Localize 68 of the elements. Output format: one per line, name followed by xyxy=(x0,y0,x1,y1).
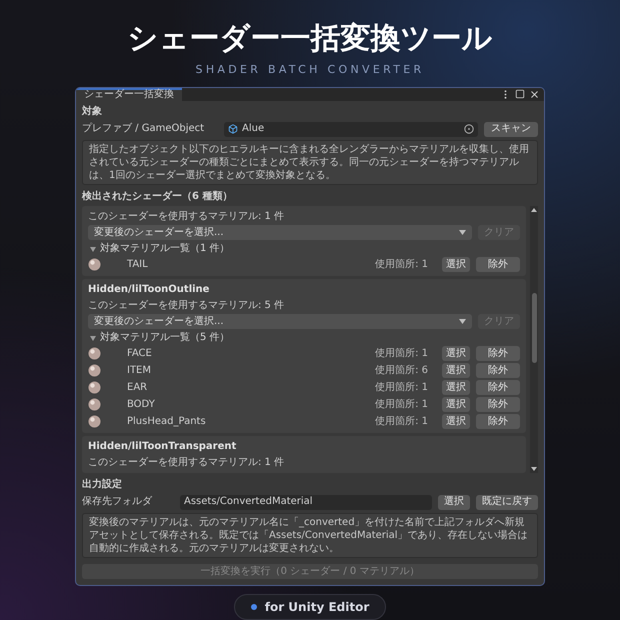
field-label: 保存先フォルダ xyxy=(82,497,154,508)
section-heading: 対象 xyxy=(82,105,103,118)
badge-label: for Unity Editor xyxy=(264,601,370,614)
scroll-down-icon[interactable] xyxy=(531,467,537,472)
scrollbar[interactable] xyxy=(530,206,538,474)
usage-count-text: 使用箇所: 6 xyxy=(375,366,428,376)
select-button[interactable]: 選択 xyxy=(442,414,470,430)
exclude-button[interactable]: 除外 xyxy=(476,257,520,272)
close-icon[interactable] xyxy=(529,88,540,100)
material-thumbnail-icon xyxy=(88,364,101,378)
page-title: シェーダー一括変換ツール xyxy=(128,20,492,58)
material-thumbnail-icon xyxy=(88,398,101,412)
usage-count-text: 使用箇所: 1 xyxy=(375,400,428,410)
scroll-up-icon[interactable] xyxy=(531,208,537,212)
material-name: TAIL xyxy=(127,260,149,270)
material-name: ITEM xyxy=(127,366,152,376)
shader-name: Hidden/lilToonTransparent xyxy=(88,440,238,454)
maximize-icon[interactable] xyxy=(515,89,525,100)
field-label: プレファブ / GameObject xyxy=(82,124,206,134)
usage-count-text: 使用箇所: 1 xyxy=(375,382,428,393)
material-name: PlusHead_Pants xyxy=(127,416,207,427)
folder-path-field[interactable]: Assets/ConvertedMaterial xyxy=(180,494,432,510)
usage-count-text: 使用箇所: 1 xyxy=(375,260,428,270)
dropdown-caret-icon xyxy=(459,319,466,324)
expanded-triangle-icon xyxy=(90,246,96,252)
material-name: BODY xyxy=(127,400,156,410)
shader-name: Hidden/lilToonOutline xyxy=(88,283,210,298)
help-text: 指定したオブジェクト以下のヒエラルキーに含まれる全レンダラーからマテリアルを収集し、使用されている元シェーダーの種類ごとにまとめて表示する。同一の元シェーダーを持つマテリアルは、1回のシェーダー選択でまとめて変換対象となる。 xyxy=(82,140,538,186)
material-thumbnail-icon xyxy=(88,381,101,394)
usage-count-text: 使用箇所: 1 xyxy=(375,348,428,359)
material-name: EAR xyxy=(127,382,148,393)
help-text: 変換後のマテリアルは、元のマテリアル名に「_converted」を付けた名前で上記フォルダへ新規アセットとして保存される。既定では「Assets/ConvertedMaterial」であり、存在しない場合は自動的に作成される。元のマテリアルは変更されない。 xyxy=(82,513,538,558)
material-list-foldout[interactable]: 対象マテリアル一覧（1 件） xyxy=(88,242,520,256)
exclude-button[interactable]: 除外 xyxy=(476,397,520,412)
select-button[interactable]: 選択 xyxy=(442,380,470,396)
shader-dropdown[interactable]: 変更後のシェーダーを選択... xyxy=(88,225,472,240)
reset-button[interactable]: 既定に戻す xyxy=(476,494,538,510)
window-tab[interactable]: シェーダー一括変換 xyxy=(76,88,182,102)
status-dot-icon xyxy=(250,604,257,610)
section-heading: 検出されたシェーダー（6 種類） xyxy=(82,190,234,204)
material-count-text: このシェーダーを使用するマテリアル: 1 件 xyxy=(88,210,286,224)
select-button[interactable]: 選択 xyxy=(442,397,470,412)
material-list-foldout[interactable]: 対象マテリアル一覧（5 件） xyxy=(88,331,520,344)
material-thumbnail-icon xyxy=(88,347,101,360)
material-count-text: このシェーダーを使用するマテリアル: 1 件 xyxy=(88,456,286,470)
usage-count-text: 使用箇所: 1 xyxy=(375,416,428,427)
section-heading: 出力設定 xyxy=(82,478,123,492)
object-picker-icon[interactable] xyxy=(464,124,474,134)
select-button[interactable]: 選択 xyxy=(438,494,470,510)
material-thumbnail-icon xyxy=(88,415,101,428)
exclude-button[interactable]: 除外 xyxy=(476,346,520,362)
exclude-button[interactable]: 除外 xyxy=(476,414,520,430)
cube-icon xyxy=(228,124,238,134)
dropdown-caret-icon xyxy=(459,230,466,236)
scrollbar-thumb[interactable] xyxy=(532,292,536,363)
material-thumbnail-icon xyxy=(88,258,101,272)
exclude-button[interactable]: 除外 xyxy=(476,380,520,396)
page-subtitle: SHADER BATCH CONVERTER xyxy=(196,62,424,78)
exclude-button[interactable]: 除外 xyxy=(476,363,520,378)
scan-button[interactable]: スキャン xyxy=(484,122,538,137)
object-field[interactable]: Alue xyxy=(224,122,478,137)
material-count-text: このシェーダーを使用するマテリアル: 5 件 xyxy=(88,299,286,312)
select-button[interactable]: 選択 xyxy=(442,363,470,378)
expanded-triangle-icon xyxy=(90,334,96,341)
select-button[interactable]: 選択 xyxy=(442,346,470,362)
shader-dropdown[interactable]: 変更後のシェーダーを選択... xyxy=(88,314,472,330)
select-button[interactable]: 選択 xyxy=(442,257,470,272)
material-name: FACE xyxy=(127,348,153,359)
